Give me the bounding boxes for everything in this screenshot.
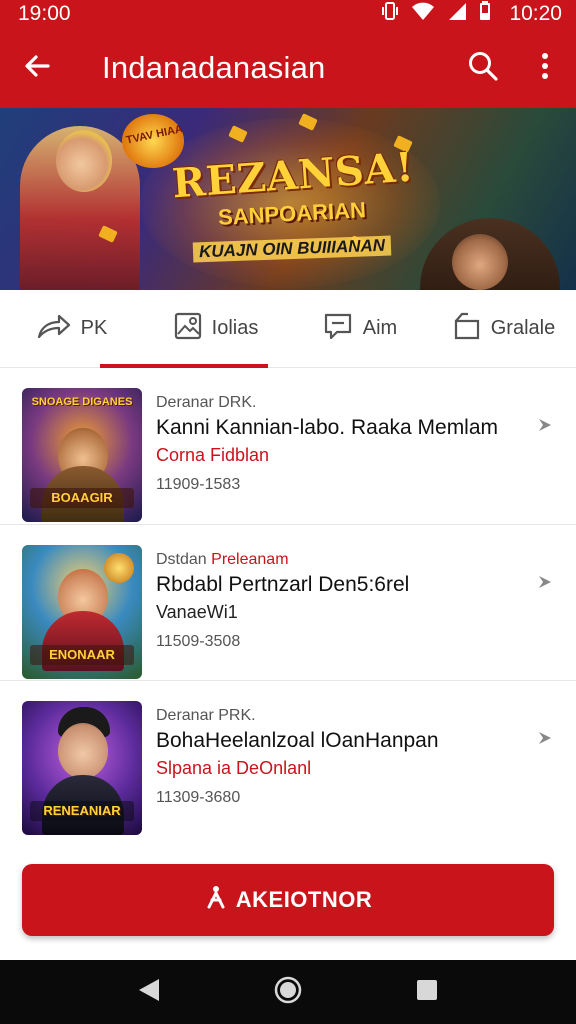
primary-action-label: AKEIOTNOR — [235, 887, 373, 912]
tab-label: PK — [80, 317, 108, 339]
nav-home-icon — [273, 975, 303, 1010]
page-title: Indanadanasian — [102, 50, 326, 85]
system-nav-bar — [0, 960, 576, 1024]
item-kicker-highlight: Preleanam — [211, 551, 289, 568]
tab-label: Gralale — [490, 317, 556, 339]
tab-pk[interactable]: PK — [0, 290, 144, 367]
back-button[interactable] — [0, 28, 74, 108]
list-item[interactable]: ENONAAR Dstdan Preleanam Rbdabl Pertnzar… — [0, 524, 576, 680]
chevron-right-icon[interactable] — [534, 414, 556, 436]
tab-iolias[interactable]: Iolias — [144, 290, 288, 367]
item-title: Rbdabl Pertnzarl Den5:6rel — [156, 573, 410, 596]
item-kicker-text: Dstdan — [156, 551, 207, 568]
nav-back-icon — [137, 977, 161, 1008]
thumb-emblem — [104, 553, 134, 583]
thumb-caption: BOAAGIR — [30, 488, 134, 508]
item-info: Deranar DRK. Kanni Kannian-labo. Raaka M… — [142, 388, 556, 500]
item-subtitle: VanaeWi1 — [156, 602, 238, 622]
item-info: Deranar PRK. BohaHeelanlzoal lOanHanpan … — [142, 701, 556, 813]
back-arrow-icon — [22, 51, 52, 86]
item-subtitle: Corna Fidblan — [156, 445, 270, 465]
thumb-badge: SNOAGE DIGANES — [31, 396, 133, 408]
thumb-caption: RENEANIAR — [30, 801, 134, 821]
gallery-icon — [174, 312, 202, 346]
primary-action-button[interactable]: AKEIOTNOR — [22, 864, 554, 936]
item-title: BohaHeelanlzoal lOanHanpan — [156, 729, 439, 752]
banner-hero-left-head — [56, 130, 112, 192]
more-vert-icon — [540, 51, 550, 86]
item-meta: 11309-3680 — [156, 789, 241, 806]
banner-headline-group: REZANSA! SANPOARIAN KUAJN OIN BUIIIANAN — [171, 144, 415, 263]
more-options-button[interactable] — [514, 28, 576, 108]
status-left-time: 19:00 — [18, 2, 71, 25]
search-button[interactable] — [452, 28, 514, 108]
content-list: SNOAGE DIGANES BOAAGIR Deranar DRK. Kann… — [0, 368, 576, 836]
chevron-right-icon[interactable] — [534, 727, 556, 749]
status-icons: 10:20 — [381, 1, 562, 27]
thumb-caption: ENONAAR — [30, 645, 134, 665]
item-title: Kanni Kannian-labo. Raaka Memlam — [156, 416, 499, 439]
promo-banner[interactable]: TVAV HIAA REZANSA! SANPOARIAN KUAJN OIN … — [0, 108, 576, 290]
open-box-icon — [453, 312, 481, 346]
app-bar: Indanadanasian — [0, 28, 576, 108]
banner-tagline: KUAJN OIN BUIIIANAN — [192, 235, 392, 263]
person-walk-icon — [204, 885, 228, 915]
tab-bar: PK Iolias Aim Gralale — [0, 290, 576, 368]
item-kicker-text: Deranar DRK. — [156, 394, 257, 411]
item-info: Dstdan Preleanam Rbdabl Pertnzarl Den5:6… — [142, 545, 556, 657]
tab-label: Iolias — [211, 317, 259, 339]
search-icon — [467, 50, 499, 87]
item-thumbnail: SNOAGE DIGANES BOAAGIR — [22, 388, 142, 522]
item-kicker-text: Deranar PRK. — [156, 707, 256, 724]
item-thumbnail: RENEANIAR — [22, 701, 142, 835]
banner-badge-text: TVAV HIAA — [125, 122, 184, 147]
tab-aim[interactable]: Aim — [288, 290, 432, 367]
share-arrow-icon — [37, 313, 71, 345]
nav-home-button[interactable] — [268, 972, 308, 1012]
chevron-right-icon[interactable] — [534, 571, 556, 593]
item-meta: 11909-1583 — [156, 476, 241, 493]
list-item[interactable]: RENEANIAR Deranar PRK. BohaHeelanlzoal l… — [0, 680, 576, 836]
list-item[interactable]: SNOAGE DIGANES BOAAGIR Deranar DRK. Kann… — [0, 368, 576, 524]
item-kicker: Deranar DRK. — [156, 392, 556, 414]
nav-back-button[interactable] — [129, 972, 169, 1012]
item-kicker: Dstdan Preleanam — [156, 549, 556, 571]
item-kicker: Deranar PRK. — [156, 705, 556, 727]
nav-recents-button[interactable] — [407, 972, 447, 1012]
item-subtitle: Slpana ia DeOnlanl — [156, 758, 312, 778]
vibrate-icon — [381, 1, 399, 27]
status-bar: 19:00 10:20 — [0, 0, 576, 28]
status-right-time: 10:20 — [509, 2, 562, 25]
battery-icon — [479, 1, 491, 27]
item-thumbnail: ENONAAR — [22, 545, 142, 679]
chat-icon — [323, 312, 353, 346]
thumb-face — [58, 723, 108, 779]
item-meta: 11509-3508 — [156, 633, 241, 650]
tab-label: Aim — [362, 317, 398, 339]
banner-hero-right-head — [452, 234, 508, 290]
nav-recents-icon — [415, 978, 439, 1007]
wifi-icon — [411, 1, 435, 27]
tab-gralale[interactable]: Gralale — [432, 290, 576, 367]
signal-icon — [447, 1, 467, 27]
